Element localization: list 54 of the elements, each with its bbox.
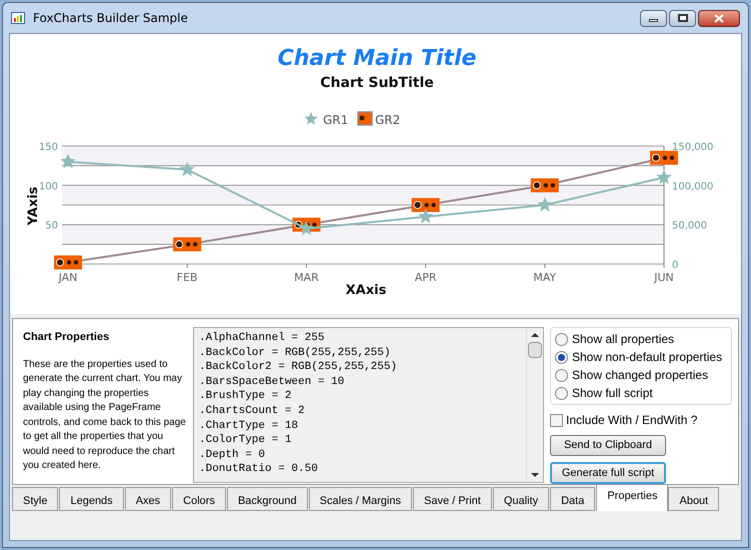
y2-tick-label: 0 <box>672 260 678 271</box>
radio-label: Show non-default properties <box>572 349 722 366</box>
panel-description: These are the properties used to generate the current chart. You may play changing the properties available using the PageFrame controls, and come back to this page to get all the properties that you would need to reproduce the chart you created here. <box>23 358 187 473</box>
y-tick-label: 50 <box>45 220 58 232</box>
script-line: .ChartType = 18 <box>199 418 300 434</box>
radio-option[interactable]: Show full script <box>555 385 727 401</box>
legend-label: GR1 <box>323 113 348 127</box>
script-line: .BarsSpaceBetween = 10 <box>199 374 346 390</box>
radio-option[interactable]: Show all properties <box>555 331 727 347</box>
x-tick-label: FEB <box>176 271 198 284</box>
radio-option[interactable]: Show changed properties <box>555 367 727 383</box>
tab[interactable]: Data <box>550 487 596 511</box>
radio-label: Show full script <box>572 385 653 402</box>
script-line: .AlphaChannel = 255 <box>199 331 326 346</box>
script-line: .Depth = 0 <box>199 448 266 462</box>
window-title: FoxCharts Builder Sample <box>33 10 188 27</box>
y2-tick-label: 100,000 <box>672 181 714 192</box>
y-tick-label: 100 <box>38 181 58 192</box>
tab[interactable]: Legends <box>59 487 124 511</box>
x-tick-label: JAN <box>58 271 78 284</box>
tab[interactable]: Save / Print <box>412 487 492 511</box>
radio-option[interactable]: Show non-default properties <box>555 349 727 365</box>
legend-label: GR2 <box>375 113 400 127</box>
checkbox-label: Include With / EndWith ? <box>566 412 698 429</box>
tab[interactable]: Style <box>12 487 58 511</box>
tab[interactable]: Properties <box>596 484 668 511</box>
x-tick-label: APR <box>414 271 436 284</box>
action-button[interactable]: Send to Clipboard <box>550 435 666 456</box>
x-tick-label: MAR <box>294 271 319 284</box>
tab[interactable]: Colors <box>172 487 226 511</box>
script-line: .BackColor = RGB(255,255,255) <box>199 346 392 360</box>
x-tick-label: JUN <box>654 271 674 284</box>
tab[interactable]: About <box>668 487 720 511</box>
chart-subtitle: Chart SubTitle <box>320 75 434 91</box>
action-button[interactable]: Generate full script <box>550 462 666 484</box>
y-tick-label: 150 <box>38 142 58 153</box>
y2-tick-label: 150,000 <box>672 142 714 153</box>
y2-tick-label: 50,000 <box>672 220 707 232</box>
tab[interactable]: Scales / Margins <box>308 487 412 511</box>
chart-title: Chart Main Title <box>278 46 476 71</box>
script-line: .ChartsCount = 2 <box>199 404 306 419</box>
script-line: .ColorType = 1 <box>199 433 292 448</box>
script-line: .BackColor2 = RGB(255,255,255) <box>199 360 398 375</box>
panel-title: Chart Properties <box>23 330 110 345</box>
radio-label: Show all properties <box>572 331 674 348</box>
x-tick-label: MAY <box>533 271 556 284</box>
tab[interactable]: Axes <box>124 487 172 511</box>
tab[interactable]: Quality <box>492 487 550 511</box>
radio-label: Show changed properties <box>572 367 708 384</box>
script-line: .BrushType = 2 <box>199 389 292 404</box>
script-line: .DonutRatio = 0.50 <box>199 462 319 477</box>
tab[interactable]: Background <box>226 487 308 511</box>
x-axis-title: XAxis <box>346 283 386 298</box>
y-axis-title: YAxis <box>26 186 41 226</box>
